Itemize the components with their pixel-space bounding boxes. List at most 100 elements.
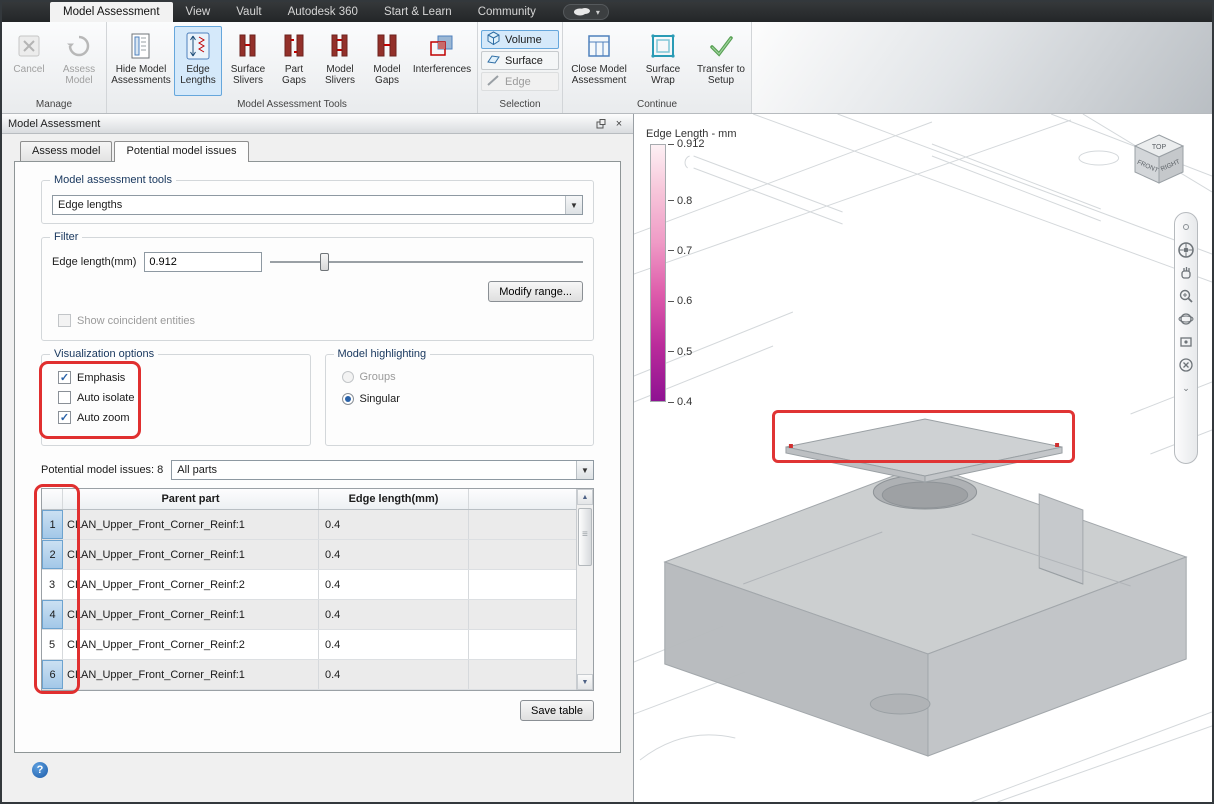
modify-range-button[interactable]: Modify range... bbox=[488, 281, 583, 302]
navigation-toolbar: ⌄ bbox=[1174, 212, 1198, 464]
table-scrollbar[interactable]: ▲ ▼ bbox=[576, 489, 593, 690]
checkbox-box bbox=[58, 411, 71, 424]
surface-slivers-button[interactable]: Surface Slivers bbox=[224, 26, 272, 96]
column-header-edge-length[interactable]: Edge length(mm) bbox=[319, 489, 469, 509]
table-row[interactable]: 2 CLAN_Upper_Front_Corner_Reinf:1 0.4 bbox=[42, 540, 576, 570]
look-at-icon[interactable] bbox=[1177, 333, 1195, 351]
menu-tab-view[interactable]: View bbox=[173, 2, 224, 22]
table-row[interactable]: 5 CLAN_Upper_Front_Corner_Reinf:2 0.4 bbox=[42, 630, 576, 660]
pan-hand-icon[interactable] bbox=[1177, 264, 1195, 282]
radio-groups[interactable]: Groups bbox=[341, 371, 584, 383]
scroll-down-button[interactable]: ▼ bbox=[577, 674, 593, 690]
part-gaps-icon bbox=[282, 30, 306, 62]
table-row[interactable]: 6 CLAN_Upper_Front_Corner_Reinf:1 0.4 bbox=[42, 660, 576, 690]
chevron-down-icon: ▾ bbox=[595, 7, 600, 17]
slider-thumb[interactable] bbox=[320, 253, 330, 271]
edge-length-input[interactable] bbox=[144, 252, 263, 272]
help-icon[interactable]: ? bbox=[32, 762, 48, 778]
cell-edge-length[interactable]: 0.4 bbox=[319, 660, 469, 689]
checkbox-show-coincident[interactable]: Show coincident entities bbox=[58, 314, 583, 327]
edge-lengths-button[interactable]: Edge Lengths bbox=[174, 26, 222, 96]
legend-tick: 0.912 bbox=[668, 138, 705, 150]
model-gaps-button[interactable]: Model Gaps bbox=[366, 26, 408, 96]
cancel-button[interactable]: Cancel bbox=[5, 26, 53, 96]
viewport-3d[interactable]: Edge Length - mm 0.912 0.8 0.7 0.6 0.5 0… bbox=[634, 114, 1212, 802]
ribbon-group-manage: Cancel Assess Model Manage bbox=[2, 22, 107, 113]
selection-edge-button[interactable]: Edge bbox=[481, 72, 559, 91]
cloud-signin-button[interactable]: ▾ bbox=[562, 4, 609, 20]
cell-edge-length[interactable]: 0.4 bbox=[319, 510, 469, 539]
interferences-button[interactable]: Interferences bbox=[410, 26, 474, 96]
row-header[interactable]: 5 bbox=[42, 630, 63, 659]
assess-model-button[interactable]: Assess Model bbox=[55, 26, 103, 96]
radio-singular[interactable]: Singular bbox=[341, 393, 584, 405]
hide-model-assessments-button[interactable]: Hide Model Assessments bbox=[110, 26, 172, 96]
table-row[interactable]: 3 CLAN_Upper_Front_Corner_Reinf:2 0.4 bbox=[42, 570, 576, 600]
steering-wheel-icon[interactable] bbox=[1177, 241, 1195, 259]
surface-wrap-button[interactable]: Surface Wrap bbox=[634, 26, 692, 96]
close-navbar-icon[interactable] bbox=[1177, 356, 1195, 374]
float-panel-icon[interactable] bbox=[593, 117, 609, 131]
row-header[interactable]: 3 bbox=[42, 570, 63, 599]
panel-tab-strip: Assess model Potential model issues bbox=[2, 134, 633, 162]
tab-potential-model-issues[interactable]: Potential model issues bbox=[114, 141, 249, 162]
view-cube[interactable]: TOP FRONT RIGHT bbox=[1126, 130, 1192, 195]
part-gaps-button[interactable]: Part Gaps bbox=[274, 26, 314, 96]
selection-volume-button[interactable]: Volume bbox=[481, 30, 559, 49]
menu-tab-autodesk360[interactable]: Autodesk 360 bbox=[275, 2, 371, 22]
legend-tick: 0.4 bbox=[668, 396, 692, 408]
menu-tab-community[interactable]: Community bbox=[465, 2, 549, 22]
close-model-assessment-button[interactable]: Close Model Assessment bbox=[566, 26, 632, 96]
menu-tab-vault[interactable]: Vault bbox=[223, 2, 274, 22]
cell-parent-part[interactable]: CLAN_Upper_Front_Corner_Reinf:1 bbox=[63, 540, 319, 569]
scrollbar-track[interactable] bbox=[577, 505, 593, 674]
row-header[interactable]: 4 bbox=[42, 600, 63, 629]
tab-assess-model[interactable]: Assess model bbox=[20, 141, 113, 161]
model-slivers-button[interactable]: Model Slivers bbox=[316, 26, 364, 96]
checkbox-auto-isolate[interactable]: Auto isolate bbox=[58, 391, 300, 404]
cell-parent-part[interactable]: CLAN_Upper_Front_Corner_Reinf:2 bbox=[63, 570, 319, 599]
checkbox-box bbox=[58, 371, 71, 384]
selection-surface-button[interactable]: Surface bbox=[481, 51, 559, 70]
close-panel-icon[interactable]: × bbox=[611, 117, 627, 131]
assessment-tool-select[interactable]: Edge lengths ▼ bbox=[52, 195, 583, 215]
cell-edge-length[interactable]: 0.4 bbox=[319, 570, 469, 599]
cell-edge-length[interactable]: 0.4 bbox=[319, 540, 469, 569]
cell-parent-part[interactable]: CLAN_Upper_Front_Corner_Reinf:1 bbox=[63, 510, 319, 539]
row-header[interactable]: 2 bbox=[42, 540, 63, 569]
chevron-down-icon[interactable]: ⌄ bbox=[1177, 379, 1195, 397]
save-table-button[interactable]: Save table bbox=[520, 700, 594, 721]
checkbox-box bbox=[58, 391, 71, 404]
row-header[interactable]: 6 bbox=[42, 660, 63, 689]
panel-title: Model Assessment bbox=[8, 117, 101, 130]
menu-tab-model-assessment[interactable]: Model Assessment bbox=[50, 2, 173, 22]
table-row[interactable]: 4 CLAN_Upper_Front_Corner_Reinf:1 0.4 bbox=[42, 600, 576, 630]
cell-edge-length[interactable]: 0.4 bbox=[319, 630, 469, 659]
zoom-icon[interactable] bbox=[1177, 287, 1195, 305]
table-row[interactable]: 1 CLAN_Upper_Front_Corner_Reinf:1 0.4 bbox=[42, 510, 576, 540]
cancel-icon bbox=[16, 30, 42, 62]
scrollbar-thumb[interactable] bbox=[578, 508, 592, 566]
cell-edge-length[interactable]: 0.4 bbox=[319, 600, 469, 629]
chevron-down-icon[interactable]: ▼ bbox=[565, 196, 582, 214]
group-filter: Filter Edge length(mm) Modify range... bbox=[41, 231, 594, 341]
parts-filter-select[interactable]: All parts ▼ bbox=[171, 460, 594, 480]
column-header-parent-part[interactable]: Parent part bbox=[63, 489, 319, 509]
group-model-highlighting: Model highlighting Groups Singular bbox=[324, 348, 594, 446]
legend-gradient-bar bbox=[650, 144, 666, 402]
menu-tab-start-learn[interactable]: Start & Learn bbox=[371, 2, 465, 22]
cell-parent-part[interactable]: CLAN_Upper_Front_Corner_Reinf:1 bbox=[63, 600, 319, 629]
transfer-to-setup-button[interactable]: Transfer to Setup bbox=[694, 26, 748, 96]
corner-header-cell[interactable] bbox=[42, 489, 63, 509]
cell-parent-part[interactable]: CLAN_Upper_Front_Corner_Reinf:2 bbox=[63, 630, 319, 659]
orbit-icon[interactable] bbox=[1177, 310, 1195, 328]
cell-parent-part[interactable]: CLAN_Upper_Front_Corner_Reinf:1 bbox=[63, 660, 319, 689]
navbar-handle-icon[interactable] bbox=[1177, 218, 1195, 236]
checkbox-auto-zoom[interactable]: Auto zoom bbox=[58, 411, 300, 424]
row-header[interactable]: 1 bbox=[42, 510, 63, 539]
edge-length-slider[interactable] bbox=[270, 252, 583, 272]
checkbox-emphasis[interactable]: Emphasis bbox=[58, 371, 300, 384]
issues-table: Parent part Edge length(mm) 1 CLAN_Upper… bbox=[34, 484, 594, 694]
scroll-up-button[interactable]: ▲ bbox=[577, 489, 593, 505]
chevron-down-icon[interactable]: ▼ bbox=[576, 461, 593, 479]
